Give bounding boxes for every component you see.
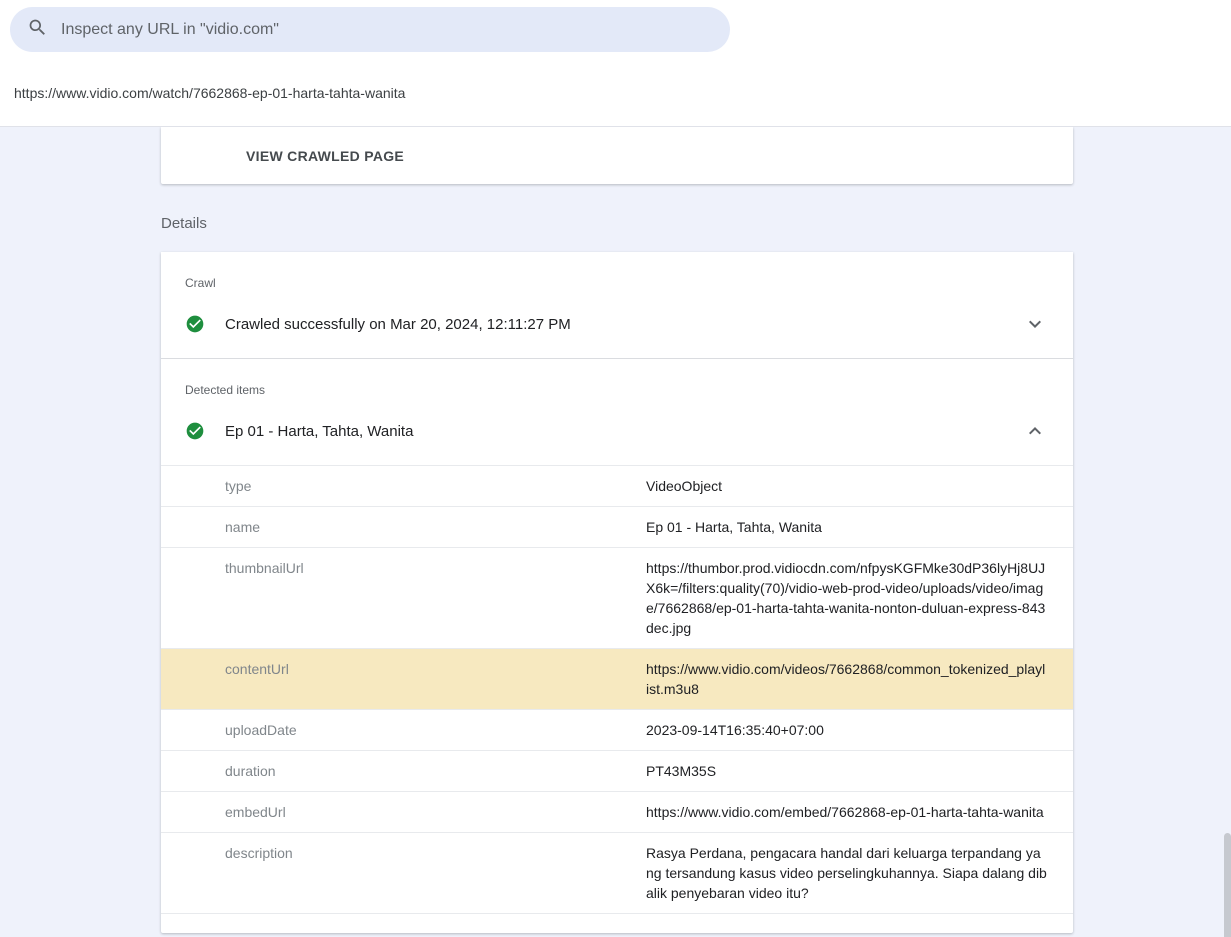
property-key: type xyxy=(225,476,646,496)
detected-items-label: Detected items xyxy=(185,383,1049,397)
crawl-status-row[interactable]: Crawled successfully on Mar 20, 2024, 12… xyxy=(185,312,1049,358)
property-value: Rasya Perdana, pengacara handal dari kel… xyxy=(646,843,1047,903)
property-value: Ep 01 - Harta, Tahta, Wanita xyxy=(646,517,1047,537)
property-row[interactable]: type VideoObject xyxy=(161,465,1073,506)
inspected-url: https://www.vidio.com/watch/7662868-ep-0… xyxy=(14,85,405,101)
property-row[interactable]: duration PT43M35S xyxy=(161,750,1073,791)
property-value: VideoObject xyxy=(646,476,1047,496)
property-row[interactable]: description Rasya Perdana, pengacara han… xyxy=(161,832,1073,913)
main-content: VIEW CRAWLED PAGE Details Crawl Crawled … xyxy=(161,127,1073,933)
property-value: PT43M35S xyxy=(646,761,1047,781)
property-value: 2023-09-14T16:35:40+07:00 xyxy=(646,720,1047,740)
property-value: https://www.vidio.com/videos/7662868/com… xyxy=(646,659,1047,699)
crawl-section-label: Crawl xyxy=(185,276,1049,290)
property-value: https://www.vidio.com/embed/7662868-ep-0… xyxy=(646,802,1047,822)
property-row[interactable]: name Ep 01 - Harta, Tahta, Wanita xyxy=(161,506,1073,547)
property-row[interactable]: embedUrl https://www.vidio.com/embed/766… xyxy=(161,791,1073,832)
search-icon xyxy=(27,17,48,43)
property-key: thumbnailUrl xyxy=(225,558,646,638)
property-row[interactable]: thumbnailUrl https://thumbor.prod.vidioc… xyxy=(161,547,1073,648)
properties-table: type VideoObject name Ep 01 - Harta, Tah… xyxy=(161,465,1073,913)
view-crawled-page-button[interactable]: VIEW CRAWLED PAGE xyxy=(234,138,416,174)
crawled-page-card: VIEW CRAWLED PAGE xyxy=(161,127,1073,184)
table-end-divider xyxy=(161,913,1073,933)
url-inspect-input[interactable] xyxy=(61,21,714,39)
top-bar: https://www.vidio.com/watch/7662868-ep-0… xyxy=(0,0,1231,127)
detected-items-section: Detected items Ep 01 - Harta, Tahta, Wan… xyxy=(161,359,1073,465)
details-card: Crawl Crawled successfully on Mar 20, 20… xyxy=(161,252,1073,933)
property-key: duration xyxy=(225,761,646,781)
success-check-icon xyxy=(185,421,205,441)
crawl-section: Crawl Crawled successfully on Mar 20, 20… xyxy=(161,252,1073,358)
success-check-icon xyxy=(185,314,205,334)
property-row[interactable]: contentUrl https://www.vidio.com/videos/… xyxy=(161,648,1073,709)
crawl-status-text: Crawled successfully on Mar 20, 2024, 12… xyxy=(225,316,571,333)
detected-item-row[interactable]: Ep 01 - Harta, Tahta, Wanita xyxy=(185,419,1049,465)
property-key: description xyxy=(225,843,646,903)
scrollbar[interactable] xyxy=(1224,833,1231,937)
detected-item-title: Ep 01 - Harta, Tahta, Wanita xyxy=(225,423,413,440)
property-key: embedUrl xyxy=(225,802,646,822)
chevron-up-icon[interactable] xyxy=(1023,419,1047,443)
url-inspect-search-bar[interactable] xyxy=(10,7,730,52)
property-key: uploadDate xyxy=(225,720,646,740)
chevron-down-icon[interactable] xyxy=(1023,312,1047,336)
property-key: contentUrl xyxy=(225,659,646,699)
property-row[interactable]: uploadDate 2023-09-14T16:35:40+07:00 xyxy=(161,709,1073,750)
property-value: https://thumbor.prod.vidiocdn.com/nfpysK… xyxy=(646,558,1047,638)
property-key: name xyxy=(225,517,646,537)
details-section-label: Details xyxy=(161,215,1073,232)
